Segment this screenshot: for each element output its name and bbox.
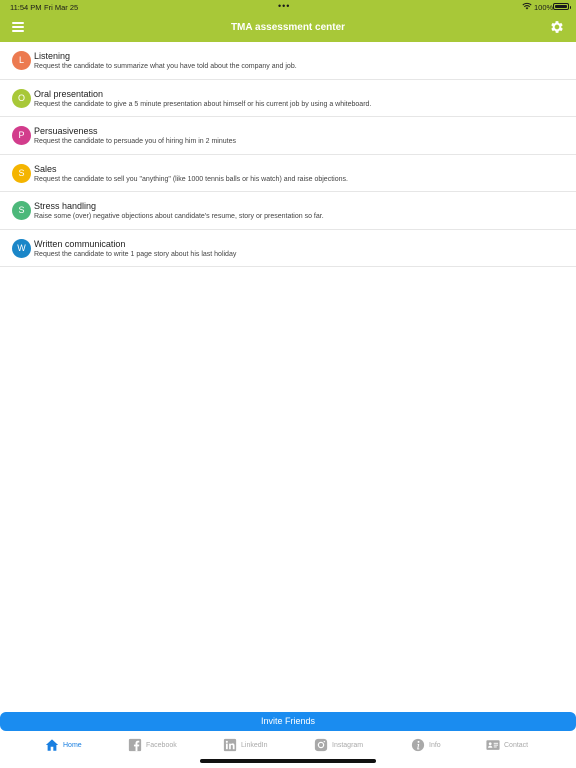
tab-facebook[interactable]: Facebook [128,737,177,753]
item-description: Request the candidate to give a 5 minute… [34,100,372,108]
avatar: W [12,238,31,258]
home-indicator[interactable] [200,759,376,763]
list-item[interactable]: P Persuasiveness Request the candidate t… [0,117,576,155]
wifi-icon [522,2,532,10]
item-description: Request the candidate to summarize what … [34,63,297,70]
facebook-icon [128,738,142,752]
item-description: Request the candidate to persuade you of… [34,138,236,145]
home-icon [45,739,59,751]
avatar: S [12,201,31,220]
tab-home[interactable]: Home [45,737,82,753]
invite-friends-button[interactable]: Invite Friends [0,712,576,731]
contact-card-icon [486,740,500,750]
list-item[interactable]: S Sales Request the candidate to sell yo… [0,155,576,192]
tab-instagram[interactable]: Instagram [314,737,363,753]
status-date: Fri Mar 25 [44,3,79,12]
item-description: Request the candidate to sell you "anyth… [34,175,348,183]
list-item[interactable]: S Stress handling Raise some (over) nega… [0,192,576,230]
item-title: Sales [34,163,57,174]
avatar: O [12,88,31,108]
list-item[interactable]: W Written communication Request the cand… [0,230,576,267]
page-title: TMA assessment center [230,22,346,33]
multitask-dots[interactable]: ••• [278,1,290,11]
tab-linkedin[interactable]: LinkedIn [223,737,267,753]
avatar: S [12,163,31,183]
gear-icon[interactable] [549,19,565,35]
tab-label: Instagram [332,741,364,749]
item-title: Oral presentation [34,88,104,99]
item-title: Stress handling [34,201,97,211]
tab-label: Contact [504,741,529,749]
tab-info[interactable]: Info [411,737,441,753]
tab-label: Home [63,741,82,749]
avatar: P [12,126,31,145]
tab-label: LinkedIn [241,741,268,749]
avatar: L [12,51,31,70]
info-icon [411,738,425,752]
item-title: Listening [34,51,71,61]
item-description: Request the candidate to write 1 page st… [34,250,237,258]
item-description: Raise some (over) negative objections ab… [34,213,324,220]
tab-label: Facebook [146,741,177,749]
linkedin-icon [223,738,237,752]
tab-contact[interactable]: Contact [486,737,528,753]
status-time: 11:54 PM [10,3,42,12]
list-item[interactable]: L Listening Request the candidate to sum… [0,42,576,80]
status-bar: 11:54 PM Fri Mar 25 ••• 100% [0,0,576,14]
list-item[interactable]: O Oral presentation Request the candidat… [0,80,576,117]
app-header: 11:54 PM Fri Mar 25 ••• 100% TMA assessm… [0,0,576,42]
item-title: Persuasiveness [34,126,98,136]
battery-percent: 100% [534,3,554,12]
instagram-icon [314,738,328,752]
battery-icon [553,3,571,10]
tab-label: Info [429,741,441,749]
item-title: Written communication [34,238,126,249]
assessment-list: L Listening Request the candidate to sum… [0,42,576,267]
